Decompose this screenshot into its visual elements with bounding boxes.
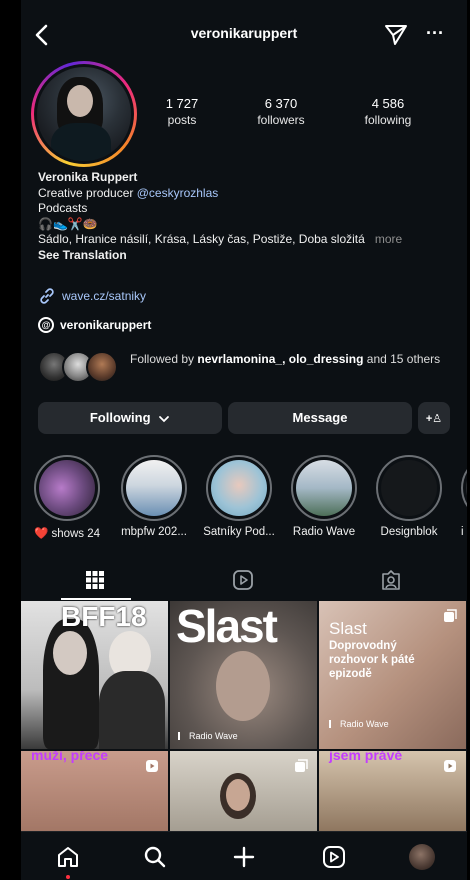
notification-dot bbox=[66, 875, 70, 879]
following-label: following bbox=[364, 113, 412, 127]
post-overlay-text: Slast bbox=[176, 601, 278, 652]
avatar bbox=[37, 67, 131, 161]
post-thumbnail[interactable]: BFF18 bbox=[21, 601, 168, 749]
reel-icon bbox=[444, 760, 456, 772]
post-thumbnail[interactable]: muži, přece bbox=[21, 751, 168, 831]
bio-line-4: Sádlo, Hranice násilí, Krása, Lásky čas,… bbox=[38, 232, 403, 246]
posts-count: 1 727 bbox=[165, 96, 199, 111]
see-translation-link[interactable]: See Translation bbox=[38, 248, 458, 264]
followers-label: followers bbox=[257, 113, 305, 127]
bio-more-link[interactable]: more bbox=[375, 232, 402, 246]
profile-screen: veronikaruppert ··· 1 727 posts 6 370 fo… bbox=[21, 0, 467, 880]
reel-icon bbox=[146, 760, 158, 772]
chevron-down-icon bbox=[159, 415, 170, 422]
bio: Veronika Ruppert Creative producer @cesk… bbox=[38, 170, 458, 263]
highlight[interactable]: Radio Wave bbox=[291, 455, 357, 538]
tagged-icon bbox=[382, 570, 400, 590]
post-thumbnail[interactable]: Slast Radio Wave bbox=[170, 601, 317, 749]
highlight[interactable]: i bbox=[461, 455, 467, 538]
multiple-posts-icon bbox=[295, 759, 308, 772]
external-link[interactable]: wave.cz/satniky bbox=[38, 287, 146, 305]
highlight-label: mbpfw 202... bbox=[121, 526, 187, 538]
post-source-label: Radio Wave bbox=[340, 719, 389, 729]
threads-badge[interactable]: @ veronikaruppert bbox=[38, 317, 151, 333]
reels-icon bbox=[233, 570, 253, 590]
following-count: 4 586 bbox=[371, 96, 405, 111]
followed-by-text: Followed by nevrlamonina_, olo_dressing … bbox=[130, 352, 441, 366]
highlight-label: ❤️ shows 24 bbox=[33, 528, 101, 540]
message-button[interactable]: Message bbox=[228, 402, 412, 434]
post-overlay-text: muži, přece bbox=[31, 751, 109, 763]
threads-username: veronikaruppert bbox=[60, 318, 152, 332]
search-icon[interactable] bbox=[142, 844, 168, 870]
add-user-icon: +♙ bbox=[425, 413, 443, 425]
display-name: Veronika Ruppert bbox=[38, 170, 138, 184]
link-icon bbox=[40, 288, 54, 304]
send-icon[interactable] bbox=[383, 22, 409, 48]
active-tab-indicator bbox=[61, 598, 131, 600]
post-thumbnail[interactable]: Slast Doprovodný rozhovor k páté epizodě… bbox=[319, 601, 466, 749]
highlight[interactable]: ❤️ shows 24 bbox=[34, 455, 100, 540]
mutual-avatar bbox=[86, 351, 118, 383]
following-stat[interactable]: 4 586 following bbox=[348, 96, 428, 127]
multiple-posts-icon bbox=[444, 609, 457, 622]
profile-avatar-icon[interactable] bbox=[409, 844, 435, 870]
post-overlay-text: jsem právě bbox=[329, 751, 403, 763]
followed-by[interactable]: Followed by nevrlamonina_, olo_dressing … bbox=[38, 348, 458, 384]
posts-grid: BFF18 Slast Radio Wave Slast Doprovodný … bbox=[21, 601, 467, 831]
profile-tabs bbox=[21, 560, 467, 600]
tab-reels[interactable] bbox=[169, 560, 317, 600]
highlight[interactable]: Designblok bbox=[376, 455, 442, 538]
reels-icon[interactable] bbox=[321, 844, 347, 870]
posts-stat[interactable]: 1 727 posts bbox=[142, 96, 222, 127]
post-overlay-text: Slast bbox=[329, 619, 367, 638]
threads-icon: @ bbox=[38, 317, 54, 333]
mention-link[interactable]: @ceskyrozhlas bbox=[137, 186, 219, 200]
highlight[interactable]: mbpfw 202... bbox=[121, 455, 187, 538]
post-overlay-subtitle: Doprovodný rozhovor k páté epizodě bbox=[329, 640, 415, 680]
plus-icon[interactable] bbox=[231, 844, 257, 870]
bottom-navigation bbox=[21, 831, 467, 880]
following-button[interactable]: Following bbox=[38, 402, 222, 434]
tab-tagged[interactable] bbox=[317, 560, 465, 600]
highlight-label: Šatníky Pod... bbox=[203, 526, 275, 538]
tab-posts[interactable] bbox=[21, 560, 169, 600]
grid-icon bbox=[86, 571, 104, 589]
home-icon[interactable] bbox=[55, 844, 81, 870]
bio-emoji-line: 🎧👟✂️🍩 bbox=[38, 216, 98, 231]
add-user-button[interactable]: +♙ bbox=[418, 402, 450, 434]
highlight[interactable]: Šatníky Pod... bbox=[203, 455, 275, 538]
posts-label: posts bbox=[167, 113, 197, 127]
post-thumbnail[interactable]: jsem právě bbox=[319, 751, 466, 831]
bio-line-1: Creative producer @ceskyrozhlas bbox=[38, 185, 219, 200]
post-source-label: Radio Wave bbox=[189, 731, 238, 741]
story-ring[interactable] bbox=[31, 61, 137, 167]
followers-count: 6 370 bbox=[264, 96, 298, 111]
bio-line-2: Podcasts bbox=[38, 201, 88, 215]
highlight-label: Radio Wave bbox=[292, 526, 356, 538]
top-bar: veronikaruppert ··· bbox=[21, 18, 467, 52]
external-link-text: wave.cz/satniky bbox=[62, 289, 147, 303]
highlight-label: i bbox=[461, 526, 464, 538]
followers-stat[interactable]: 6 370 followers bbox=[241, 96, 321, 127]
more-icon[interactable]: ··· bbox=[423, 22, 447, 48]
post-overlay-text: BFF18 bbox=[61, 601, 147, 632]
post-thumbnail[interactable] bbox=[170, 751, 317, 831]
highlight-label: Designblok bbox=[380, 526, 438, 538]
